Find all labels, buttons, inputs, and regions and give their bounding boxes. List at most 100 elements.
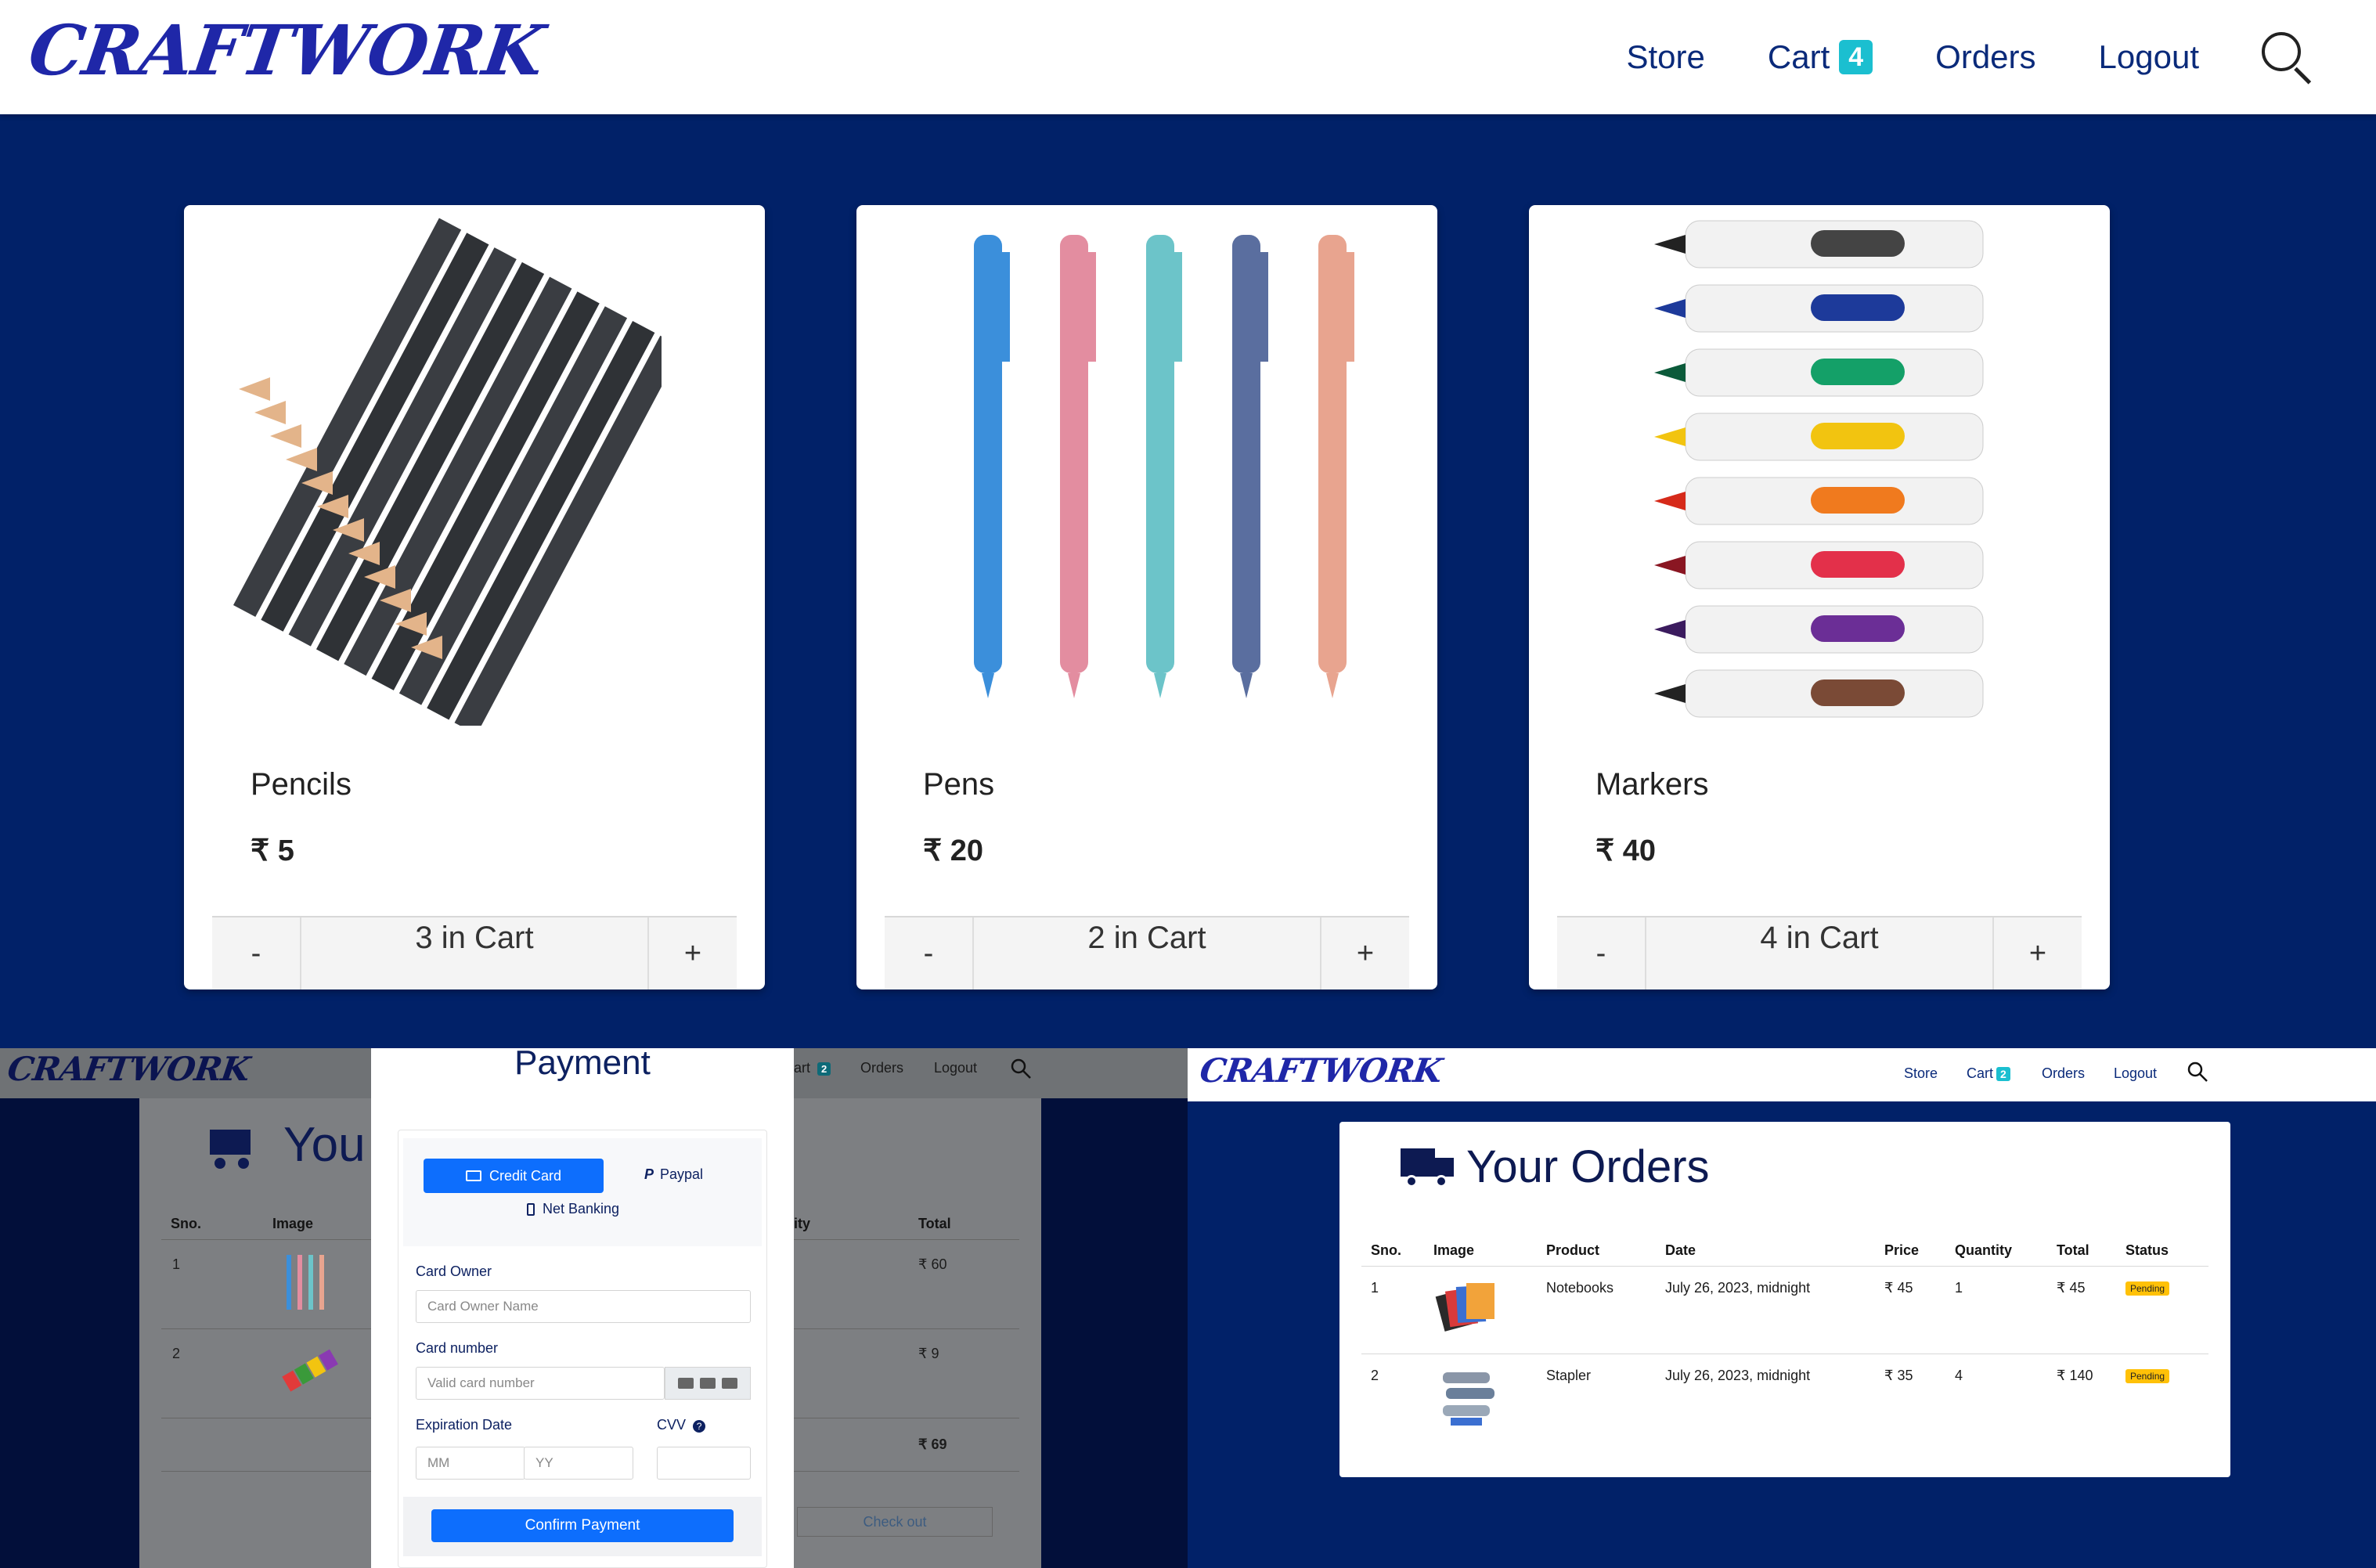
payment-method-tabs: Credit Card P Paypal Net Banking: [403, 1138, 762, 1246]
increase-quantity-button[interactable]: +: [649, 917, 737, 989]
cart-quantity-controls: - 4 in Cart +: [1557, 916, 2082, 989]
cart-row-image-sharpeners: [276, 1341, 341, 1404]
expiry-year-input[interactable]: YY: [524, 1447, 633, 1480]
amex-icon: [722, 1378, 737, 1389]
nav-cart-link[interactable]: Cart 2: [1967, 1065, 2010, 1082]
product-title: Markers: [1595, 767, 1709, 802]
nav-cart-link[interactable]: Cart 4: [1768, 38, 1873, 76]
orders-page: CRAFTWORK Store Cart 2 Orders Logout Your…: [1188, 1048, 2376, 1568]
search-icon[interactable]: [1010, 1058, 1031, 1079]
row-date: July 26, 2023, midnight: [1665, 1368, 1811, 1383]
question-circle-icon[interactable]: ?: [693, 1420, 706, 1433]
nav-logout-link[interactable]: Logout: [934, 1060, 977, 1076]
checkout-button[interactable]: Check out: [797, 1507, 993, 1537]
row-sno: 2: [1371, 1368, 1379, 1383]
product-title: Pens: [923, 767, 995, 802]
nav-cart-link[interactable]: art 2: [794, 1060, 831, 1076]
col-quantity: Quantity: [1955, 1242, 2013, 1258]
search-icon[interactable]: [2187, 1061, 2208, 1083]
credit-card-icon: [465, 1170, 481, 1181]
row-total: ₹ 60: [918, 1256, 947, 1272]
decrease-quantity-button[interactable]: -: [212, 917, 300, 989]
row-total: ₹ 45: [2057, 1280, 2086, 1296]
orders-title-text: Your Orders: [1466, 1141, 1710, 1192]
product-card-pencils: Pencils ₹ 5 - 3 in Cart +: [184, 205, 765, 989]
increase-quantity-button[interactable]: +: [1321, 917, 1409, 989]
nav-logout-link[interactable]: Logout: [2114, 1065, 2157, 1082]
nav-orders-link[interactable]: Orders: [1935, 38, 2035, 76]
col-quantity: ity: [794, 1216, 811, 1231]
card-brand-icons: [665, 1367, 751, 1400]
grand-total: ₹ 69: [918, 1436, 947, 1452]
row-sno: 2: [172, 1346, 181, 1361]
row-quantity: 1: [1955, 1280, 1963, 1296]
shopping-cart-icon: [202, 1122, 257, 1169]
increase-quantity-button[interactable]: +: [1994, 917, 2082, 989]
col-price: Price: [1884, 1242, 1920, 1258]
col-image: Image: [1433, 1242, 1475, 1258]
col-total: Total: [918, 1216, 951, 1231]
order-image-stapler: [1435, 1364, 1501, 1430]
row-price: ₹ 45: [1884, 1280, 1913, 1296]
nav-orders-link[interactable]: Orders: [2042, 1065, 2085, 1082]
cvv-input[interactable]: [657, 1447, 751, 1480]
nav-logout-link[interactable]: Logout: [2099, 38, 2199, 76]
orders-title: Your Orders: [1401, 1141, 1710, 1193]
col-sno: Sno.: [171, 1216, 201, 1231]
tab-paypal-label: Paypal: [660, 1166, 704, 1182]
nav-store-link[interactable]: Store: [1904, 1065, 1938, 1082]
orders-panel: Your Orders Sno. Image Product Date Pric…: [1339, 1122, 2230, 1477]
search-icon[interactable]: [2262, 32, 2312, 85]
nav-links: Store Cart 4 Orders Logout: [1627, 0, 2376, 114]
tab-net-banking[interactable]: Net Banking: [527, 1201, 619, 1217]
in-cart-count: 3 in Cart: [300, 917, 649, 989]
truck-icon: [1401, 1145, 1455, 1189]
col-sno: Sno.: [1371, 1242, 1401, 1258]
col-image: Image: [272, 1216, 314, 1231]
col-status: Status: [2125, 1242, 2169, 1258]
nav-store-link[interactable]: Store: [1627, 38, 1705, 76]
product-card-pens: Pens ₹ 20 - 2 in Cart +: [856, 205, 1437, 989]
row-price: ₹ 35: [1884, 1368, 1913, 1383]
card-number-input[interactable]: Valid card number: [416, 1367, 665, 1400]
visa-icon: [678, 1378, 694, 1389]
row-total: ₹ 9: [918, 1346, 939, 1361]
brand-logo[interactable]: CRAFTWORK: [5, 1050, 252, 1088]
cart-quantity-controls: - 3 in Cart +: [212, 916, 737, 989]
expiry-month-input[interactable]: MM: [416, 1447, 525, 1480]
payment-title: Payment: [514, 1048, 651, 1082]
brand-logo[interactable]: CRAFTWORK: [1198, 1051, 1444, 1090]
cart-title-text: You: [283, 1118, 366, 1172]
tab-paypal[interactable]: P Paypal: [644, 1166, 703, 1183]
card-owner-input[interactable]: Card Owner Name: [416, 1290, 751, 1323]
mobile-phone-icon: [527, 1202, 535, 1216]
tab-net-banking-label: Net Banking: [543, 1201, 620, 1217]
cvv-label: CVV ?: [657, 1417, 706, 1433]
product-card-markers: Markers ₹ 40 - 4 in Cart +: [1529, 205, 2110, 989]
cart-count-badge: 4: [1839, 40, 1873, 74]
confirm-payment-button[interactable]: Confirm Payment: [431, 1509, 734, 1542]
markers-image: [1568, 205, 2071, 726]
payment-modal: Payment Credit Card P Paypal Net Banking: [371, 1048, 794, 1568]
row-sno: 1: [172, 1256, 181, 1272]
expiration-date-label: Expiration Date: [416, 1417, 513, 1433]
in-cart-count: 4 in Cart: [1645, 917, 1994, 989]
cart-row-image-pens: [280, 1252, 335, 1314]
tab-credit-card[interactable]: Credit Card: [424, 1159, 604, 1193]
cart-title: You: [202, 1117, 366, 1173]
cvv-label-text: CVV: [657, 1417, 687, 1433]
pens-image: [896, 205, 1398, 726]
mastercard-icon: [700, 1378, 716, 1389]
brand-logo[interactable]: CRAFTWORK: [24, 9, 549, 91]
card-owner-label: Card Owner: [416, 1263, 492, 1279]
decrease-quantity-button[interactable]: -: [885, 917, 972, 989]
top-navbar: CRAFTWORK Store Cart 4 Orders Logout: [0, 0, 2376, 114]
cart-count-badge: 2: [1996, 1067, 2010, 1081]
product-title: Pencils: [251, 767, 352, 802]
nav-orders-link[interactable]: Orders: [860, 1060, 903, 1076]
order-image-notebooks: [1435, 1275, 1501, 1338]
orders-page-navbar: CRAFTWORK Store Cart 2 Orders Logout: [1188, 1048, 2376, 1101]
payment-form: Credit Card P Paypal Net Banking Card Ow…: [398, 1130, 767, 1568]
product-price: ₹ 20: [923, 834, 984, 867]
decrease-quantity-button[interactable]: -: [1557, 917, 1645, 989]
